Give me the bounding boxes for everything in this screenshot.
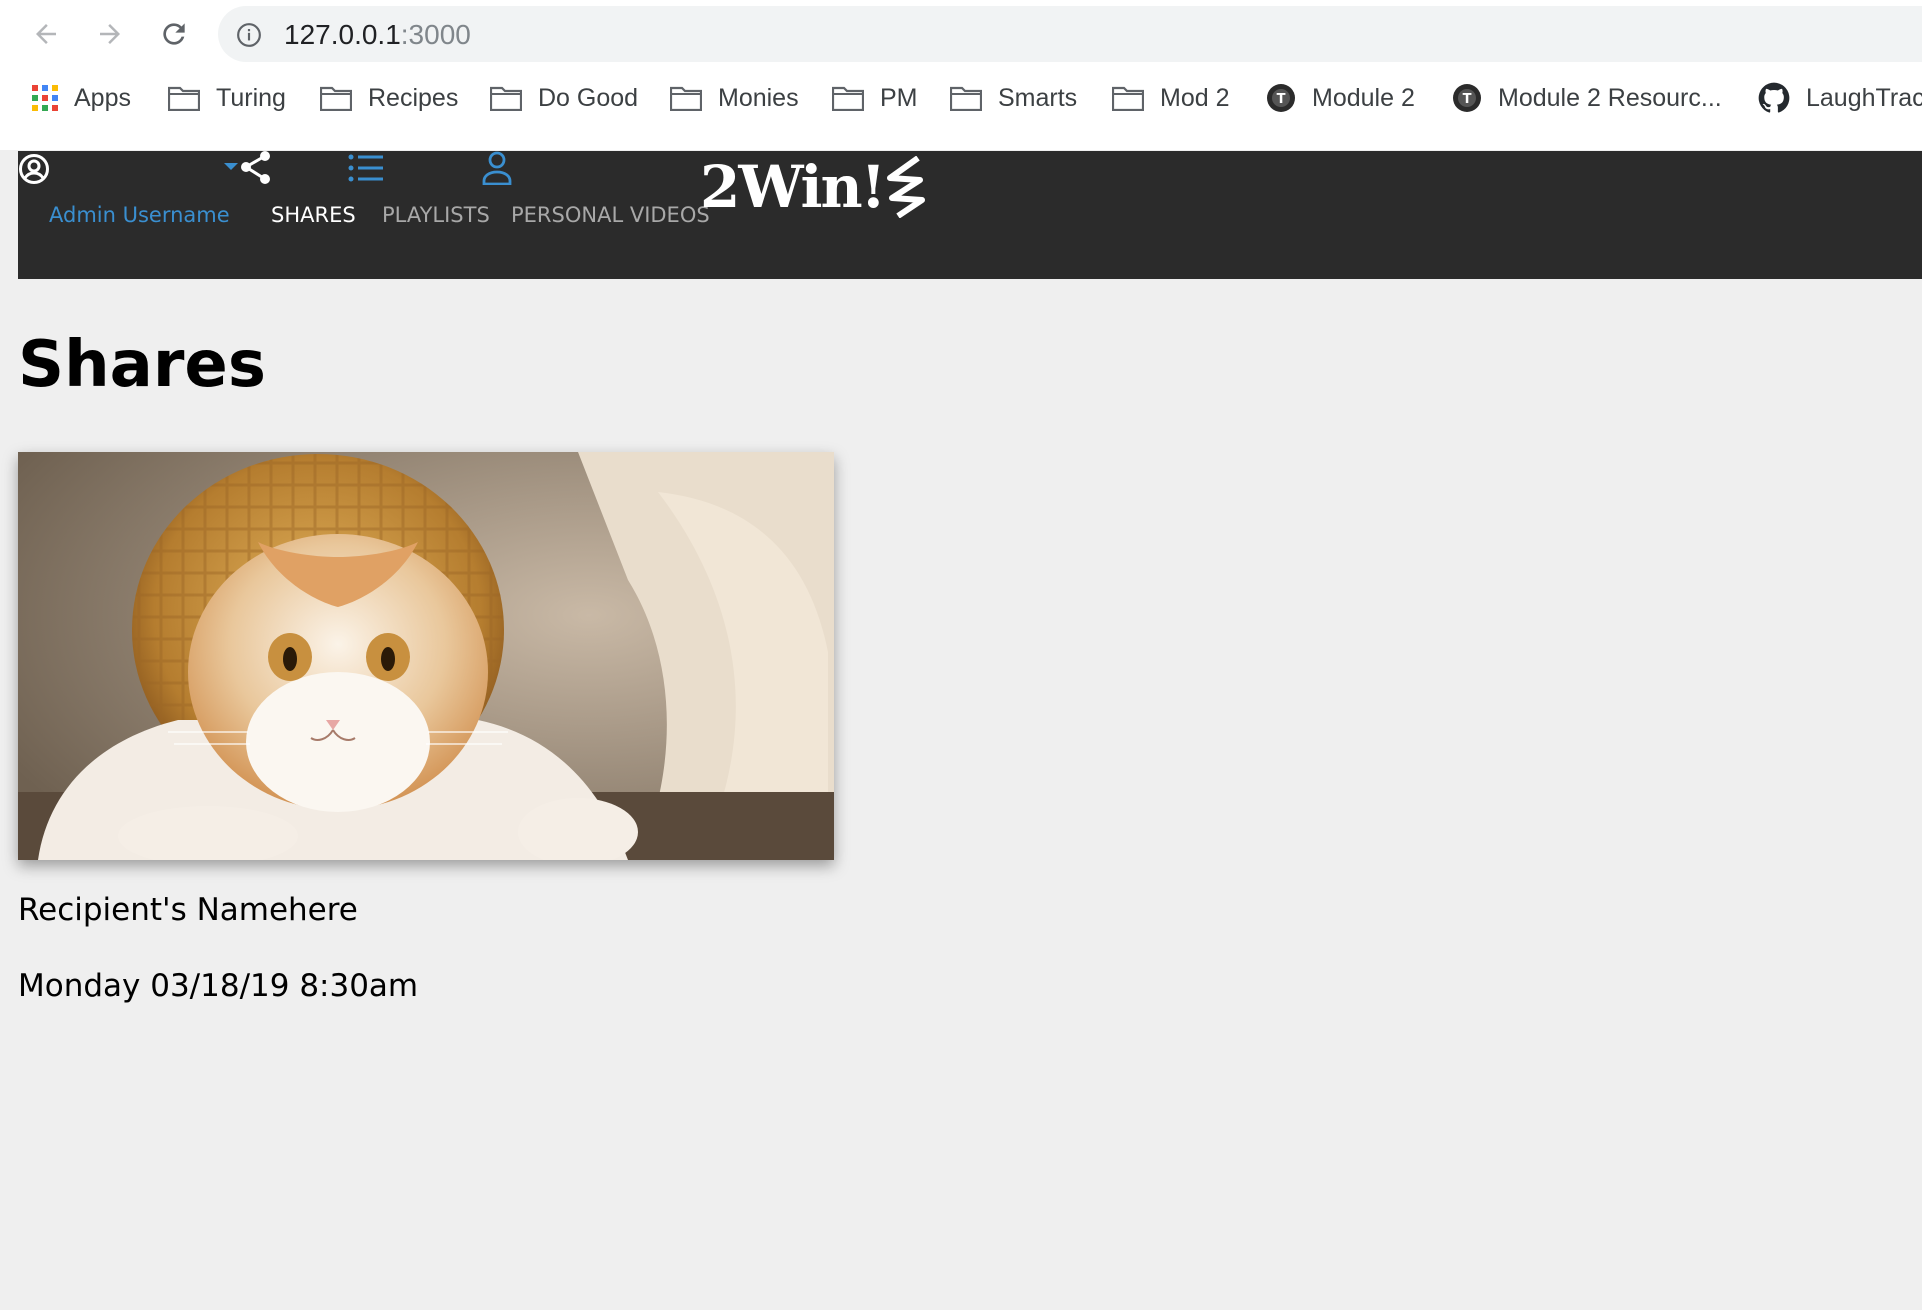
folder-icon (670, 86, 702, 111)
forward-button[interactable] (90, 14, 130, 54)
page-title: Shares (18, 328, 266, 402)
nav-personal-videos-icon-wrap[interactable] (482, 151, 512, 189)
bookmark-label: Mod 2 (1160, 83, 1230, 112)
folder-icon (950, 86, 982, 111)
site-info-icon[interactable] (236, 22, 262, 52)
apps-grid-icon (32, 85, 58, 111)
folder-icon (832, 86, 864, 111)
folder-icon (168, 86, 200, 111)
turing-logo-icon: T (1267, 84, 1295, 112)
reload-icon (163, 23, 185, 45)
bookmark-mod-2[interactable]: Mod 2 (1112, 80, 1229, 116)
folder-icon (490, 86, 522, 111)
back-button[interactable] (26, 14, 66, 54)
bookmark-label: Recipes (368, 83, 459, 112)
bookmark-label: Apps (74, 83, 131, 112)
user-circle-icon (19, 154, 49, 184)
bookmark-laughtrac[interactable]: LaughTrac (1758, 80, 1922, 116)
svg-text:T: T (1277, 92, 1286, 107)
url-host: 127.0.0.1 (284, 19, 401, 50)
share-recipient: Recipient's Namehere (18, 892, 358, 928)
arrow-right-icon (100, 24, 120, 44)
bookmark-smarts[interactable]: Smarts (950, 80, 1077, 116)
bookmark-apps[interactable]: Apps (32, 80, 131, 116)
bookmark-label: Do Good (538, 83, 639, 112)
bookmark-label: LaughTrac (1806, 83, 1922, 112)
brand-logo[interactable]: 2Win! (700, 153, 928, 221)
share-video-thumbnail[interactable] (18, 452, 834, 860)
reload-button[interactable] (154, 14, 194, 54)
bookmark-monies[interactable]: Monies (670, 80, 799, 116)
bookmark-label: Smarts (998, 83, 1078, 112)
browser-chrome: 127.0.0.1:3000 Apps Turing Recipes Do Go… (0, 0, 1922, 150)
github-icon (1758, 82, 1790, 113)
url-port: :3000 (400, 19, 471, 50)
folder-icon (320, 86, 352, 111)
list-icon (348, 154, 383, 182)
bookmark-label: Turing (216, 83, 286, 112)
bookmark-label: Module 2 (1312, 83, 1415, 112)
nav-item-shares[interactable]: SHARES (271, 203, 356, 227)
bookmark-module-2-resources[interactable]: T Module 2 Resourc... (1452, 80, 1722, 116)
admin-username[interactable]: Admin Username (49, 203, 230, 227)
bookmark-turing[interactable]: Turing (168, 80, 286, 116)
bookmarks-bar: Apps Turing Recipes Do Good Monies PM Sm… (0, 74, 1922, 122)
bookmark-pm[interactable]: PM (832, 80, 918, 116)
bookmark-label: Monies (718, 83, 799, 112)
nav-item-playlists[interactable]: PLAYLISTS (382, 203, 490, 227)
nav-item-personal-videos[interactable]: PERSONAL VIDEOS (511, 203, 710, 227)
address-bar[interactable]: 127.0.0.1:3000 (218, 6, 1922, 62)
turing-logo-icon: T (1453, 84, 1481, 112)
nav-shares-icon-wrap[interactable] (224, 151, 276, 189)
cat-thumbnail-image (18, 452, 834, 860)
bookmark-label: PM (880, 83, 918, 112)
user-profile-button[interactable] (18, 153, 50, 189)
bookmark-label: Module 2 Resourc... (1498, 83, 1722, 112)
folder-icon (1112, 86, 1144, 111)
arrow-left-icon (36, 24, 56, 44)
svg-text:T: T (1463, 92, 1472, 107)
person-icon (482, 151, 512, 186)
bookmark-recipes[interactable]: Recipes (320, 80, 458, 116)
logo-text: 2Win! (700, 153, 886, 221)
bookmark-do-good[interactable]: Do Good (490, 80, 638, 116)
nav-playlists-icon-wrap[interactable] (348, 153, 384, 187)
app-nav-bar: Admin Username SHARES PLAYLISTS PERSONAL… (18, 151, 1922, 279)
flag-mark-icon (887, 156, 926, 218)
share-icon (224, 151, 270, 184)
url-text[interactable]: 127.0.0.1:3000 (284, 19, 471, 51)
share-timestamp: Monday 03/18/19 8:30am (18, 968, 419, 1004)
bookmark-module-2[interactable]: T Module 2 (1266, 80, 1415, 116)
